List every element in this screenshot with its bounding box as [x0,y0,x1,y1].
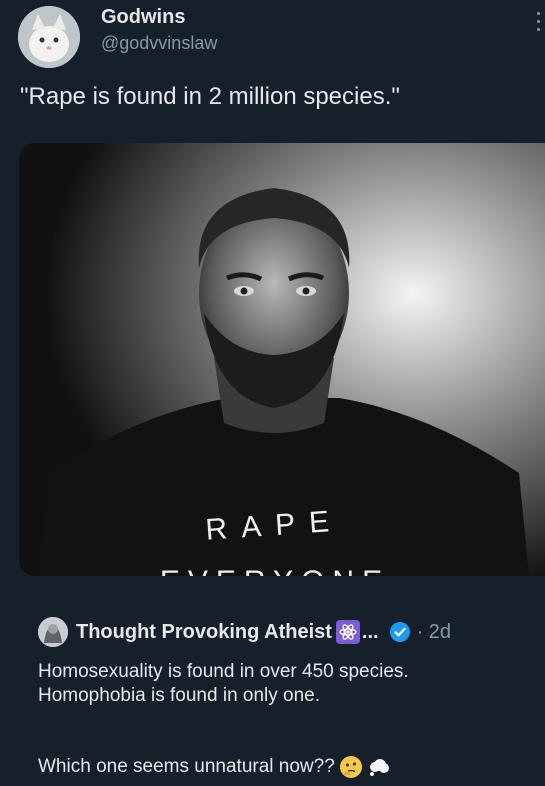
quote-line-3: Which one seems unnatural now?? [38,756,335,777]
bearded-man-photo: RAPE EVERYONE [19,143,545,576]
tweet-image[interactable]: RAPE EVERYONE [19,143,545,576]
quote-line-2: Homophobia is found in only one. [38,685,321,706]
thinking-face-icon [339,756,362,778]
atom-emoji-icon [335,620,360,644]
quote-author-name[interactable]: Thought Provoking Atheist [76,621,332,644]
thought-balloon-icon [369,759,389,776]
tweet-text: "Rape is found in 2 million species." [20,83,400,110]
quote-header[interactable]: Thought Provoking Atheist ... · 2d [38,617,451,647]
author-avatar[interactable] [18,6,80,68]
hand-avatar-icon [38,617,68,647]
quote-line-3-row: Which one seems unnatural now?? [38,755,391,779]
quote-line-1: Homosexuality is found in over 450 speci… [38,661,409,682]
quote-text: Homosexuality is found in over 450 speci… [38,660,538,708]
cat-avatar-icon [18,6,80,68]
quote-author-avatar[interactable] [38,617,68,647]
author-handle[interactable]: @godvvinslaw [101,33,217,54]
shirt-text-bottom: EVERYONE [160,565,390,576]
quote-timestamp: · 2d [416,620,452,643]
author-name[interactable]: Godwins [101,6,185,29]
verified-badge-icon [389,622,410,642]
name-truncation: ... [361,620,379,643]
more-options-icon[interactable] [537,12,543,31]
